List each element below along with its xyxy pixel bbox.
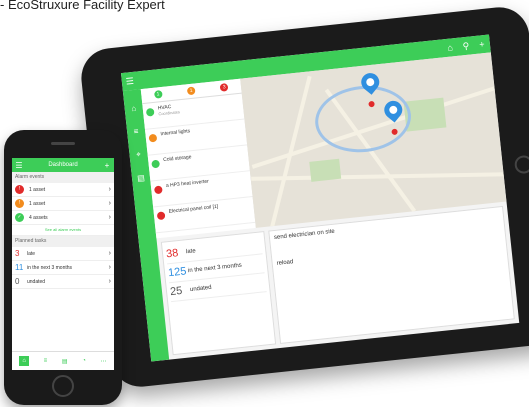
stat-number: 0 xyxy=(15,277,20,286)
caption: - EcoStruxure Facility Expert xyxy=(0,0,165,12)
phone-app-bar: ☰ Dashboard + xyxy=(12,158,114,172)
nav-doc-icon[interactable]: ▤ xyxy=(62,358,68,365)
sidebar-map-icon[interactable]: ⌖ xyxy=(129,149,148,161)
phone-device: ☰ Dashboard + Alarm events ! 1 asset › ! 1 … xyxy=(4,130,122,405)
list-item[interactable]: ! 1 asset › xyxy=(12,183,114,197)
stat-number: 11 xyxy=(15,263,24,272)
alert-icon: ! xyxy=(15,199,24,208)
sidebar-doc-icon[interactable]: ▤ xyxy=(132,173,151,184)
stat-number: 125 xyxy=(167,265,188,280)
task-card[interactable]: send electrician on site reload xyxy=(268,205,515,344)
status-dot xyxy=(153,185,163,195)
stat-label: late xyxy=(185,248,196,256)
map-view[interactable] xyxy=(240,52,507,228)
item-title: a HP3 heat inverter xyxy=(165,178,210,190)
chevron-right-icon: › xyxy=(108,250,111,257)
nav-chart-icon[interactable]: ◔ xyxy=(82,358,86,364)
list-item[interactable]: 0 undated › xyxy=(12,275,114,289)
tablet-camera xyxy=(513,154,529,175)
section-header: Planned tasks xyxy=(12,236,114,247)
status-dot xyxy=(156,211,166,221)
item-title: Cold storage xyxy=(162,154,192,164)
add-icon[interactable]: + xyxy=(473,38,490,50)
stat-label: undated xyxy=(189,284,212,294)
status-dot xyxy=(145,107,155,117)
item-title: Internal lights xyxy=(160,128,191,138)
stat-number: 25 xyxy=(169,284,183,299)
menu-icon[interactable]: ☰ xyxy=(121,75,138,88)
menu-icon[interactable]: ☰ xyxy=(12,161,26,170)
status-dot xyxy=(151,159,161,169)
phone-screen: ☰ Dashboard + Alarm events ! 1 asset › ! 1 … xyxy=(12,158,114,370)
see-all-link[interactable]: See all alarm events xyxy=(12,225,114,236)
planned-tasks-card: 38 late 125 in the next 3 months 25 undated xyxy=(160,231,277,356)
search-icon[interactable]: ⚲ xyxy=(457,40,474,53)
tablet-screen: ☰ ⌂ ⚲ + ⌂ ≡ ⌖ ▤ 1 1 3 HVAC Coordinates In… xyxy=(120,34,520,362)
row-label: 1 asset xyxy=(29,200,46,207)
sidebar-home-icon[interactable]: ⌂ xyxy=(124,103,143,114)
stat-number: 38 xyxy=(165,247,179,261)
phone-speaker xyxy=(51,142,75,145)
phone-title: Dashboard xyxy=(48,162,78,168)
chevron-right-icon: › xyxy=(108,200,111,207)
list-item[interactable]: 11 in the next 3 months › xyxy=(12,261,114,275)
sidebar-list-icon[interactable]: ≡ xyxy=(127,126,146,137)
add-icon[interactable]: + xyxy=(100,161,114,170)
row-label: late xyxy=(27,250,36,257)
home-icon[interactable]: ⌂ xyxy=(442,42,459,54)
chevron-right-icon: › xyxy=(108,264,111,271)
status-dot xyxy=(148,133,158,143)
row-label: 4 assets xyxy=(29,214,48,221)
row-label: 1 asset xyxy=(29,186,46,193)
row-label: in the next 3 months xyxy=(27,264,73,271)
map-park xyxy=(309,158,342,182)
alarm-list: 1 1 3 HVAC Coordinates Internal lights Co… xyxy=(140,78,257,239)
stat-number: 3 xyxy=(15,249,20,258)
item-sub: Coordinates xyxy=(158,109,181,117)
list-item[interactable]: ✓ 4 assets › xyxy=(12,211,114,225)
bottom-nav: ⌂ ≡ ▤ ◔ ⋯ xyxy=(12,351,114,370)
row-label: undated xyxy=(27,278,46,285)
section-header: Alarm events xyxy=(12,172,114,183)
list-item[interactable]: 3 late › xyxy=(12,247,114,261)
chevron-right-icon: › xyxy=(108,186,111,193)
map-road xyxy=(251,172,507,181)
tab-green[interactable]: 1 xyxy=(153,89,163,99)
chevron-right-icon: › xyxy=(108,214,111,221)
chevron-right-icon: › xyxy=(108,278,111,285)
tab-red[interactable]: 3 xyxy=(219,83,229,92)
item-title: Electrical panel coil [1] xyxy=(168,203,219,215)
tablet-device: ☰ ⌂ ⚲ + ⌂ ≡ ⌖ ▤ 1 1 3 HVAC Coordinates In… xyxy=(78,4,529,390)
tab-orange[interactable]: 1 xyxy=(186,86,196,96)
check-icon: ✓ xyxy=(15,213,24,222)
nav-home-icon[interactable]: ⌂ xyxy=(19,356,29,366)
nav-list-icon[interactable]: ≡ xyxy=(44,358,48,364)
phone-home-button xyxy=(52,375,74,397)
nav-more-icon[interactable]: ⋯ xyxy=(101,358,107,365)
list-item[interactable]: ! 1 asset › xyxy=(12,197,114,211)
stat-label: in the next 3 months xyxy=(187,262,243,275)
alert-icon: ! xyxy=(15,185,24,194)
